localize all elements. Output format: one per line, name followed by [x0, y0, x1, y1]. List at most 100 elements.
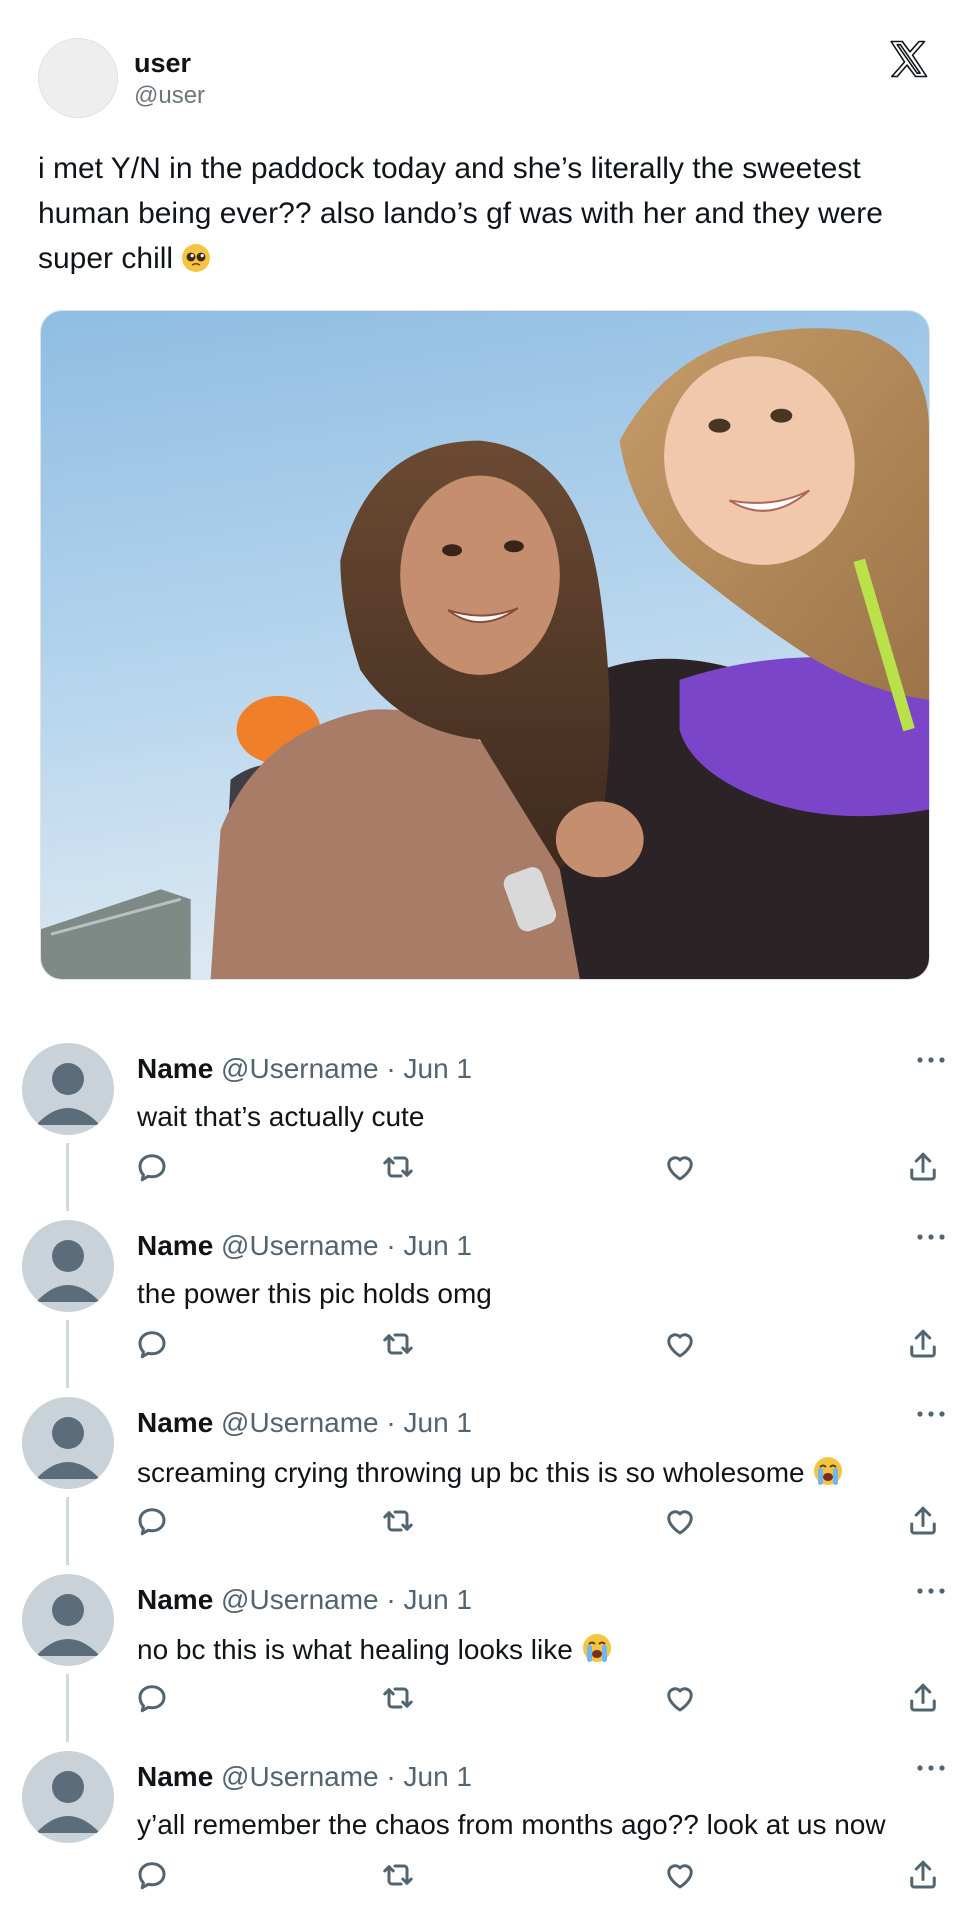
- thread-line: [66, 1497, 69, 1565]
- reply-text-content: no bc this is what healing looks like: [137, 1634, 573, 1665]
- reply-button[interactable]: [134, 1503, 170, 1539]
- more-dots-icon[interactable]: [914, 1228, 948, 1246]
- reply-name[interactable]: Name: [137, 1761, 213, 1792]
- reply-header: Name @Username · Jun 1: [137, 1584, 472, 1616]
- thread-line: [66, 1143, 69, 1211]
- default-user-icon: [36, 1771, 100, 1833]
- retweet-button[interactable]: [380, 1857, 416, 1893]
- speech-bubble-icon: [138, 1508, 166, 1536]
- reply-meta: @Username · Jun 1: [221, 1230, 473, 1261]
- heart-icon: [667, 1510, 693, 1535]
- default-user-icon: [36, 1240, 100, 1302]
- more-dots-icon[interactable]: [914, 1582, 948, 1600]
- reply-avatar[interactable]: [22, 1220, 114, 1312]
- share-button[interactable]: [905, 1503, 941, 1539]
- thread-line: [66, 1320, 69, 1388]
- more-dots-icon[interactable]: [914, 1051, 948, 1069]
- reply-text: screaming crying throwing up bc this is …: [137, 1455, 844, 1489]
- like-button[interactable]: [662, 1680, 698, 1716]
- reply-text: wait that’s actually cute: [137, 1101, 424, 1133]
- reply-button[interactable]: [134, 1857, 170, 1893]
- post-text-content: i met Y/N in the paddock today and she’s…: [38, 152, 883, 275]
- reply-button[interactable]: [134, 1680, 170, 1716]
- author-avatar[interactable]: [38, 38, 118, 118]
- author-handle[interactable]: @user: [134, 82, 205, 110]
- speech-bubble-icon: [138, 1862, 166, 1890]
- speech-bubble-icon: [138, 1331, 166, 1359]
- reply-name[interactable]: Name: [137, 1230, 213, 1261]
- share-icon: [910, 1506, 936, 1535]
- loudly-crying-face-emoji: [814, 1457, 843, 1485]
- x-logo-icon: [890, 40, 928, 78]
- default-user-icon: [36, 1417, 100, 1479]
- loudly-crying-face-emoji: [582, 1634, 611, 1662]
- retweet-button[interactable]: [380, 1149, 416, 1185]
- reply-avatar[interactable]: [22, 1574, 114, 1666]
- reply-text-content: screaming crying throwing up bc this is …: [137, 1457, 805, 1488]
- reply-item[interactable]: Name @Username · Jun 1 the power this pi…: [0, 1220, 972, 1396]
- speech-bubble-icon: [138, 1154, 166, 1182]
- default-user-icon: [36, 1063, 100, 1125]
- reply-meta: @Username · Jun 1: [221, 1053, 473, 1084]
- share-button[interactable]: [905, 1149, 941, 1185]
- like-button[interactable]: [662, 1326, 698, 1362]
- share-icon: [910, 1860, 936, 1889]
- reply-item[interactable]: Name @Username · Jun 1 wait that’s actua…: [0, 1043, 972, 1219]
- like-button[interactable]: [662, 1149, 698, 1185]
- reply-avatar[interactable]: [22, 1043, 114, 1135]
- reply-text-content: the power this pic holds omg: [137, 1278, 492, 1309]
- share-button[interactable]: [905, 1680, 941, 1716]
- reply-name[interactable]: Name: [137, 1584, 213, 1615]
- reply-header: Name @Username · Jun 1: [137, 1407, 472, 1439]
- retweet-button[interactable]: [380, 1680, 416, 1716]
- post-photo[interactable]: [40, 310, 930, 980]
- share-icon: [910, 1152, 936, 1181]
- post-text: i met Y/N in the paddock today and she’s…: [38, 146, 938, 281]
- like-button[interactable]: [662, 1503, 698, 1539]
- thread-line: [66, 1674, 69, 1742]
- reply-button[interactable]: [134, 1326, 170, 1362]
- reply-item[interactable]: Name @Username · Jun 1 y’all remember th…: [0, 1751, 972, 1920]
- reply-meta: @Username · Jun 1: [221, 1761, 473, 1792]
- more-dots-icon[interactable]: [914, 1405, 948, 1423]
- speech-bubble-icon: [138, 1685, 166, 1713]
- post-photo-image: [41, 311, 929, 979]
- reply-name[interactable]: Name: [137, 1407, 213, 1438]
- retweet-icon: [383, 1156, 413, 1178]
- reply-button[interactable]: [134, 1149, 170, 1185]
- heart-icon: [667, 1333, 693, 1358]
- reply-text-content: wait that’s actually cute: [137, 1101, 425, 1132]
- share-button[interactable]: [905, 1326, 941, 1362]
- heart-icon: [667, 1156, 693, 1181]
- reply-header: Name @Username · Jun 1: [137, 1761, 472, 1793]
- reply-text: the power this pic holds omg: [137, 1278, 492, 1310]
- post-header: user @user: [38, 38, 938, 120]
- retweet-button[interactable]: [380, 1503, 416, 1539]
- reply-text: y’all remember the chaos from months ago…: [137, 1809, 886, 1841]
- share-button[interactable]: [905, 1857, 941, 1893]
- reply-text-content: y’all remember the chaos from months ago…: [137, 1809, 886, 1840]
- reply-meta: @Username · Jun 1: [221, 1407, 473, 1438]
- reply-header: Name @Username · Jun 1: [137, 1230, 472, 1262]
- reply-avatar[interactable]: [22, 1751, 114, 1843]
- heart-icon: [667, 1687, 693, 1712]
- retweet-icon: [383, 1687, 413, 1709]
- reply-text: no bc this is what healing looks like: [137, 1632, 613, 1666]
- default-user-icon: [36, 1594, 100, 1656]
- share-icon: [910, 1329, 936, 1358]
- author-name[interactable]: user: [134, 48, 191, 79]
- like-button[interactable]: [662, 1857, 698, 1893]
- reply-header: Name @Username · Jun 1: [137, 1053, 472, 1085]
- retweet-icon: [383, 1864, 413, 1886]
- reply-name[interactable]: Name: [137, 1053, 213, 1084]
- reply-item[interactable]: Name @Username · Jun 1 screaming crying …: [0, 1397, 972, 1573]
- reply-meta: @Username · Jun 1: [221, 1584, 473, 1615]
- share-icon: [910, 1683, 936, 1712]
- pleading-face-emoji: [182, 244, 211, 272]
- heart-icon: [667, 1864, 693, 1889]
- reply-avatar[interactable]: [22, 1397, 114, 1489]
- retweet-button[interactable]: [380, 1326, 416, 1362]
- reply-item[interactable]: Name @Username · Jun 1 no bc this is wha…: [0, 1574, 972, 1750]
- retweet-icon: [383, 1333, 413, 1355]
- more-dots-icon[interactable]: [914, 1759, 948, 1777]
